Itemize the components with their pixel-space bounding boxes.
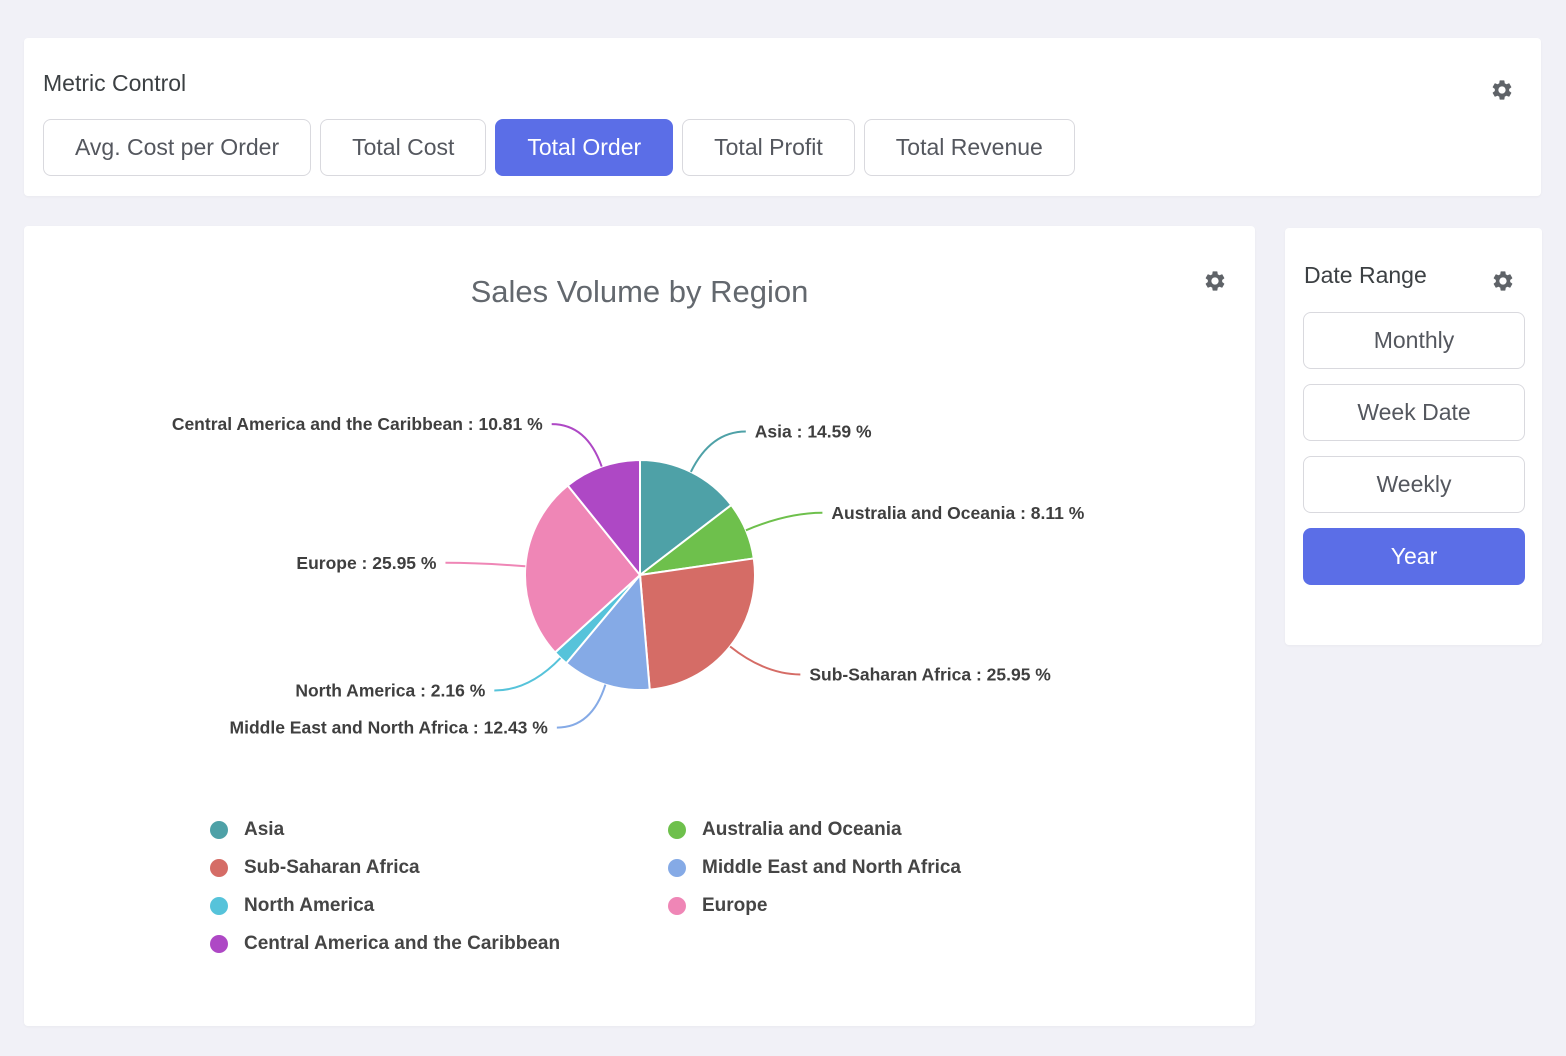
legend-marker-icon [210, 935, 228, 953]
legend-marker-icon [210, 821, 228, 839]
date-range-panel: Date Range Monthly Week Date Weekly Year [1285, 228, 1542, 645]
date-range-button-monthly[interactable]: Monthly [1303, 312, 1525, 369]
metric-button-total-revenue[interactable]: Total Revenue [864, 119, 1075, 176]
legend-item-north-america[interactable]: North America [210, 896, 668, 915]
pie-callout-line-north-america [494, 658, 560, 690]
legend-item-sub-saharan-africa[interactable]: Sub-Saharan Africa [210, 858, 668, 877]
legend-marker-icon [668, 821, 686, 839]
pie-label-north-america: North America : 2.16 % [295, 681, 485, 701]
pie-label-sub-saharan-africa: Sub-Saharan Africa : 25.95 % [809, 664, 1051, 684]
metric-button-total-order[interactable]: Total Order [495, 119, 673, 176]
legend-label: North America [244, 896, 374, 915]
legend-item-australia-and-oceania[interactable]: Australia and Oceania [668, 820, 1126, 839]
date-range-button-year[interactable]: Year [1303, 528, 1525, 585]
metric-control-title: Metric Control [43, 70, 186, 97]
legend-label: Australia and Oceania [702, 820, 902, 839]
legend-marker-icon [668, 859, 686, 877]
pie-label-australia-and-oceania: Australia and Oceania : 8.11 % [831, 503, 1084, 523]
pie-callout-line-sub-saharan-africa [730, 646, 800, 674]
pie-callout-line-middle-east-and-north-africa [557, 685, 606, 728]
pie-callout-line-asia [691, 432, 746, 472]
sales-volume-chart-panel: Sales Volume by Region Asia : 14.59 %Aus… [24, 226, 1255, 1026]
legend-item-central-america-and-the-caribbean[interactable]: Central America and the Caribbean [210, 934, 668, 953]
pie-callout-line-europe [445, 563, 525, 566]
metric-button-avg-cost-per-order[interactable]: Avg. Cost per Order [43, 119, 311, 176]
legend-label: Central America and the Caribbean [244, 934, 560, 953]
metric-button-total-profit[interactable]: Total Profit [682, 119, 855, 176]
pie-slice-sub-saharan-africa[interactable] [640, 558, 755, 689]
legend-marker-icon [210, 897, 228, 915]
date-range-title: Date Range [1304, 262, 1427, 289]
legend-item-asia[interactable]: Asia [210, 820, 668, 839]
date-range-button-weekly[interactable]: Weekly [1303, 456, 1525, 513]
pie-label-asia: Asia : 14.59 % [755, 422, 872, 442]
legend-item-middle-east-and-north-africa[interactable]: Middle East and North Africa [668, 858, 1126, 877]
date-range-button-week-date[interactable]: Week Date [1303, 384, 1525, 441]
legend-label: Middle East and North Africa [702, 858, 961, 877]
metric-button-total-cost[interactable]: Total Cost [320, 119, 486, 176]
pie-label-middle-east-and-north-africa: Middle East and North Africa : 12.43 % [230, 718, 549, 738]
metric-button-group: Avg. Cost per OrderTotal CostTotal Order… [43, 119, 1075, 176]
pie-label-central-america-and-the-caribbean: Central America and the Caribbean : 10.8… [172, 414, 543, 434]
settings-gear-icon[interactable] [1490, 78, 1514, 102]
settings-gear-icon[interactable] [1491, 269, 1515, 293]
date-range-button-group: Monthly Week Date Weekly Year [1303, 312, 1525, 585]
legend-item-europe[interactable]: Europe [668, 896, 1126, 915]
legend-marker-icon [668, 897, 686, 915]
pie-callout-line-australia-and-oceania [746, 513, 822, 530]
pie-callout-line-central-america-and-the-caribbean [552, 424, 602, 466]
metric-control-panel: Metric Control Avg. Cost per OrderTotal … [24, 38, 1541, 196]
legend-marker-icon [210, 859, 228, 877]
legend-label: Europe [702, 896, 767, 915]
pie-label-europe: Europe : 25.95 % [296, 553, 436, 573]
legend-label: Sub-Saharan Africa [244, 858, 420, 877]
legend-label: Asia [244, 820, 284, 839]
chart-legend: Asia Australia and Oceania Sub-Saharan Afr… [210, 820, 1126, 953]
